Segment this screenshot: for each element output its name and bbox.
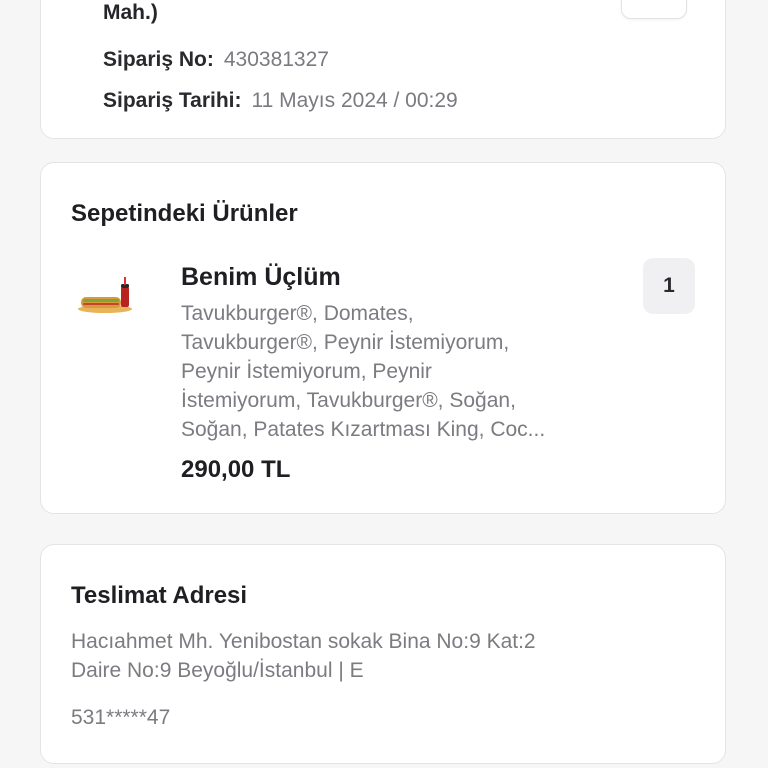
order-date-label: Sipariş Tarihi:: [103, 89, 242, 112]
product-description-line: Tavukburger®, Peynir İstemiyorum,: [181, 331, 510, 354]
basket-card: Sepetindeki Ürünler Benim Üçlüm Tavukbur…: [40, 162, 726, 514]
order-toggle-button[interactable]: [621, 0, 687, 19]
burger-meal-icon: [77, 275, 137, 315]
order-number-row: Sipariş No: 430381327: [103, 47, 329, 73]
order-number-label: Sipariş No:: [103, 48, 214, 71]
address-line: Daire No:9 Beyoğlu/İstanbul | E: [71, 659, 364, 682]
product-name: Benim Üçlüm: [181, 263, 341, 291]
order-number-value: 430381327: [223, 48, 329, 71]
address-line: Hacıahmet Mh. Yenibostan sokak Bina No:9…: [71, 630, 536, 653]
order-info-card: Mah.) Sipariş No: 430381327 Sipariş Tarih…: [40, 0, 726, 139]
quantity-badge: 1: [643, 258, 695, 314]
product-description-line: Peynir İstemiyorum, Peynir: [181, 360, 432, 383]
order-detail-page: Mah.) Sipariş No: 430381327 Sipariş Tarih…: [0, 0, 768, 768]
product-description-line: İstemiyorum, Tavukburger®, Soğan,: [181, 389, 516, 412]
order-address-fragment: Mah.): [103, 1, 158, 24]
product-description-line: Soğan, Patates Kızartması King, Coc...: [181, 418, 546, 441]
product-description: Tavukburger®, Domates, Tavukburger®, Pey…: [181, 299, 639, 444]
product-description-line: Tavukburger®, Domates,: [181, 302, 414, 325]
order-date-row: Sipariş Tarihi: 11 Mayıs 2024 / 00:29: [103, 88, 458, 114]
address-title: Teslimat Adresi: [71, 582, 248, 609]
order-date-value: 11 Mayıs 2024 / 00:29: [251, 89, 458, 112]
address-phone: 531*****47: [71, 706, 171, 729]
basket-title: Sepetindeki Ürünler: [71, 200, 298, 227]
product-price: 290,00 TL: [181, 456, 291, 483]
delivery-address-card: Teslimat Adresi Hacıahmet Mh. Yenibostan…: [40, 544, 726, 764]
address-text: Hacıahmet Mh. Yenibostan sokak Bina No:9…: [71, 627, 536, 685]
